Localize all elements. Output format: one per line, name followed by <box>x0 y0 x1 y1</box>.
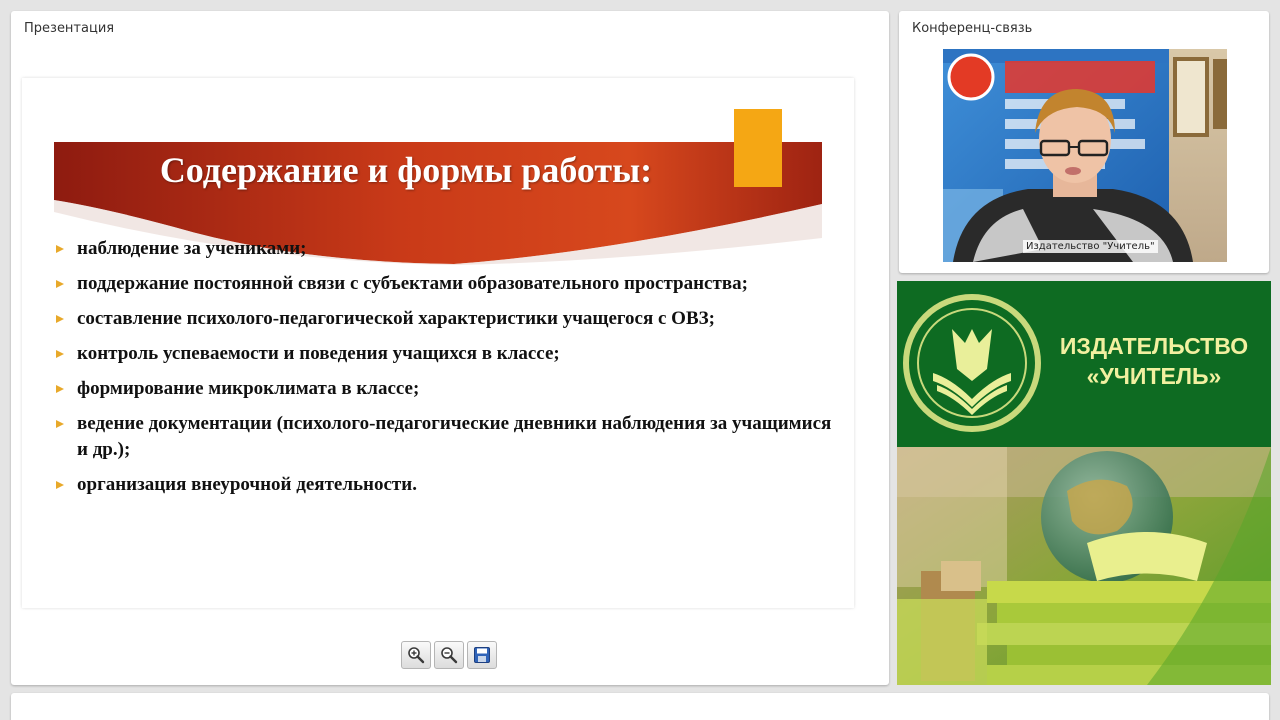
publisher-banner: ИЗДАТЕЛЬСТВО «УЧИТЕЛЬ» <box>897 281 1271 685</box>
conference-panel-title: Конференц-связь <box>912 21 1033 36</box>
bullet-arrow-icon <box>56 481 64 489</box>
slide-bullet-list: наблюдение за учениками; поддержание пос… <box>52 236 842 507</box>
list-item: составление психолого-педагогической хар… <box>52 306 842 332</box>
list-item: поддержание постоянной связи с субъектам… <box>52 271 842 297</box>
bullet-arrow-icon <box>56 245 64 253</box>
zoom-in-icon <box>408 647 425 664</box>
bullet-arrow-icon <box>56 350 64 358</box>
presentation-slide: Содержание и формы работы: наблюдение за… <box>22 78 854 608</box>
save-button[interactable] <box>467 641 497 669</box>
list-item: наблюдение за учениками; <box>52 236 842 262</box>
slide-title: Содержание и формы работы: <box>159 149 653 190</box>
zoom-out-button[interactable] <box>434 641 464 669</box>
bullet-arrow-icon <box>56 315 64 323</box>
presentation-panel: Презентация Содержание и формы работы: н… <box>11 11 889 685</box>
presentation-panel-title: Презентация <box>24 21 115 36</box>
list-item: формирование микроклимата в классе; <box>52 376 842 402</box>
video-feed: Издательство "Учитель" <box>943 49 1227 262</box>
list-item: ведение документации (психолого-педагоги… <box>52 411 842 463</box>
bullet-arrow-icon <box>56 420 64 428</box>
zoom-out-icon <box>441 647 458 664</box>
list-item: контроль успеваемости и поведения учащих… <box>52 341 842 367</box>
bottom-panel <box>11 693 1269 720</box>
publisher-name: ИЗДАТЕЛЬСТВО «УЧИТЕЛЬ» <box>1059 333 1249 389</box>
save-icon <box>474 647 490 663</box>
bullet-arrow-icon <box>56 385 64 393</box>
video-caption: Издательство "Учитель" <box>1023 240 1158 253</box>
zoom-in-button[interactable] <box>401 641 431 669</box>
conference-panel: Конференц-связь Издательство "Учитель" <box>899 11 1269 273</box>
speaker-video-image <box>943 49 1227 262</box>
list-item: организация внеурочной деятельности. <box>52 472 842 498</box>
presentation-toolbar <box>401 641 497 669</box>
bullet-arrow-icon <box>56 280 64 288</box>
